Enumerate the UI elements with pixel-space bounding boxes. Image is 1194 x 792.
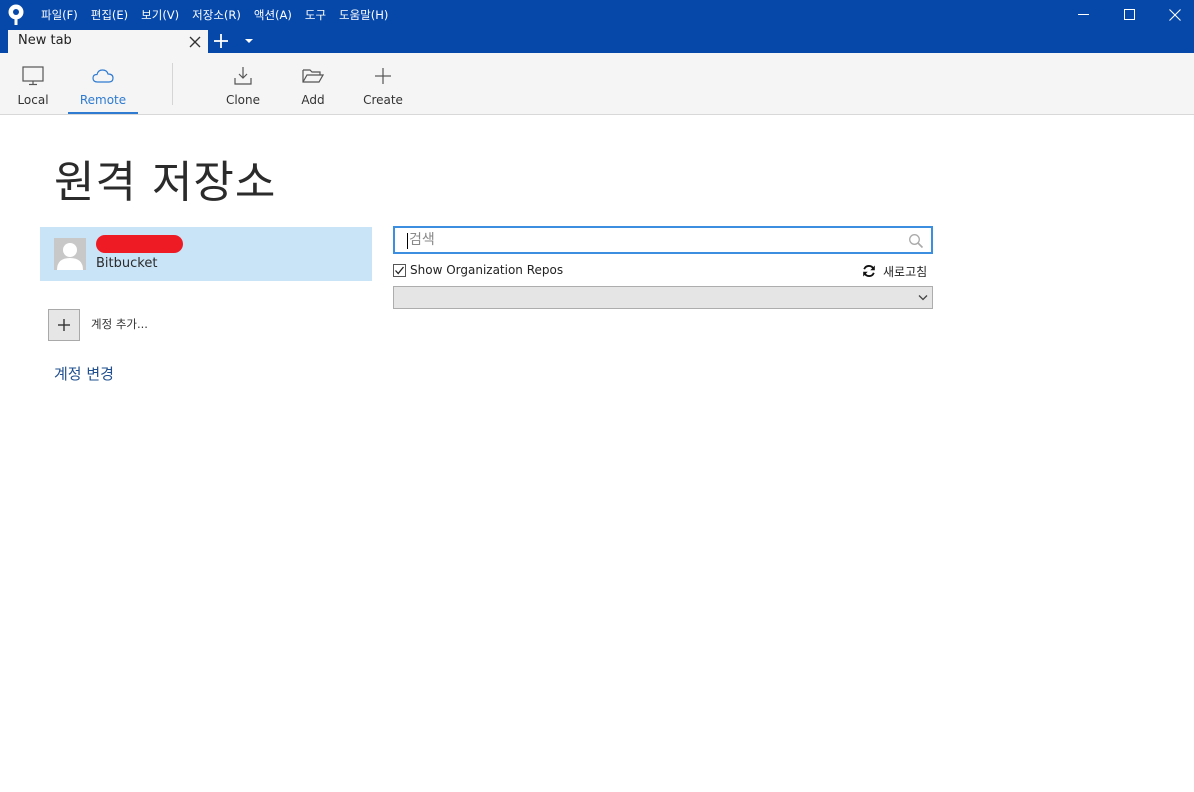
avatar (54, 238, 86, 270)
maximize-button[interactable] (1106, 0, 1152, 29)
clone-button[interactable]: Clone (208, 53, 278, 114)
show-org-repos-checkbox[interactable] (393, 264, 406, 277)
menu-view[interactable]: 보기(V) (141, 7, 179, 23)
menu-file[interactable]: 파일(F) (41, 7, 78, 23)
user-avatar-icon (57, 243, 83, 270)
change-account-link[interactable]: 계정 변경 (54, 363, 114, 384)
search-box[interactable] (393, 226, 933, 254)
add-account-label[interactable]: 계정 추가... (91, 316, 148, 332)
maximize-icon (1123, 9, 1135, 20)
add-account-button[interactable] (48, 309, 80, 341)
page-title: 원격 저장소 (54, 157, 277, 208)
remote-button[interactable]: Remote (68, 53, 138, 114)
minimize-button[interactable] (1060, 0, 1106, 29)
search-input[interactable] (407, 230, 897, 250)
local-button[interactable]: Local (0, 53, 68, 114)
close-window-button[interactable] (1152, 0, 1194, 29)
folder-open-icon (302, 69, 324, 83)
refresh-icon[interactable] (862, 264, 876, 278)
show-org-repos-label[interactable]: Show Organization Repos (410, 263, 563, 277)
tab-list-dropdown-icon[interactable] (244, 37, 254, 45)
new-tab-plus-icon[interactable] (212, 32, 230, 50)
plus-icon (375, 68, 391, 84)
toolbar: Local Remote Clone Add Create (0, 53, 1194, 115)
account-name-redacted (96, 235, 183, 253)
local-label: Local (17, 93, 49, 107)
menu-actions[interactable]: 액션(A) (254, 7, 292, 23)
toolbar-separator (172, 63, 173, 105)
tab-label: New tab (18, 33, 72, 48)
checkmark-icon (395, 266, 405, 275)
title-bar: 파일(F) 편집(E) 보기(V) 저장소(R) 액션(A) 도구 도움말(H) (0, 0, 1194, 29)
plus-icon (58, 319, 70, 331)
menu-bar: 파일(F) 편집(E) 보기(V) 저장소(R) 액션(A) 도구 도움말(H) (41, 0, 401, 29)
download-icon (234, 67, 252, 85)
create-button[interactable]: Create (348, 53, 418, 114)
cloud-icon (92, 69, 114, 83)
tab-new-tab[interactable]: New tab (8, 30, 208, 53)
account-list-item[interactable]: Bitbucket (40, 227, 372, 281)
monitor-icon (22, 66, 44, 86)
menu-tools[interactable]: 도구 (305, 7, 326, 23)
tab-bar: New tab (0, 29, 1194, 53)
refresh-button[interactable]: 새로고침 (883, 263, 927, 280)
chevron-down-icon (918, 295, 928, 301)
add-button[interactable]: Add (278, 53, 348, 114)
account-service-label: Bitbucket (96, 256, 158, 271)
menu-help[interactable]: 도움말(H) (339, 7, 388, 23)
menu-edit[interactable]: 편집(E) (91, 7, 128, 23)
remote-label: Remote (79, 93, 127, 107)
add-label: Add (301, 93, 325, 107)
active-tab-indicator (68, 112, 138, 114)
sourcetree-logo-icon (8, 4, 24, 25)
search-icon (909, 234, 924, 249)
close-icon (1169, 8, 1181, 21)
organization-select[interactable] (393, 286, 933, 309)
create-label: Create (363, 93, 403, 107)
text-caret (407, 233, 408, 249)
tab-close-icon[interactable] (188, 35, 202, 49)
clone-label: Clone (225, 93, 261, 107)
menu-repository[interactable]: 저장소(R) (192, 7, 241, 23)
minimize-icon (1077, 14, 1089, 15)
